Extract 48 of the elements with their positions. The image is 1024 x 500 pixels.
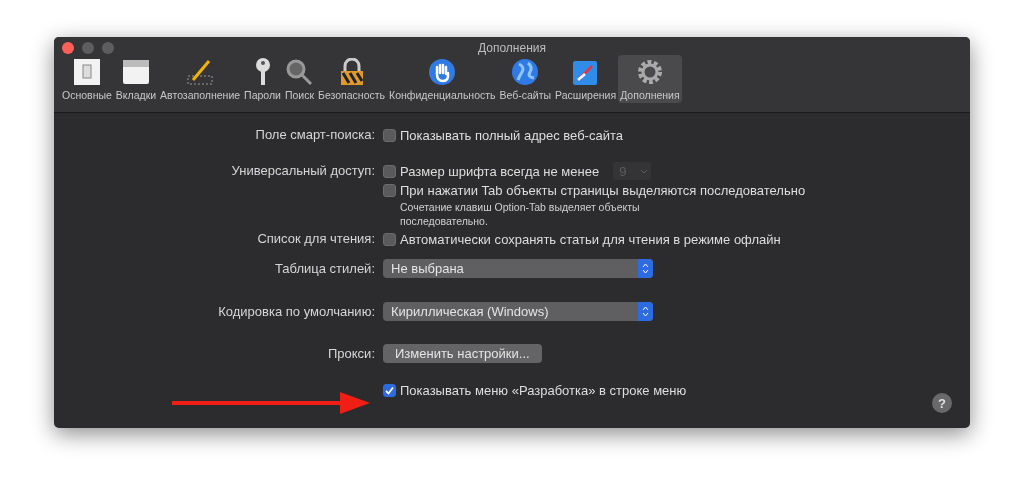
hand-icon: [428, 58, 457, 86]
pencil-icon: [186, 58, 215, 86]
setting-label: Поле смарт-поиска:: [254, 126, 375, 144]
checkbox-label: Показывать полный адрес веб-сайта: [400, 127, 623, 143]
checkbox[interactable]: [383, 383, 396, 397]
setting-label: Таблица стилей:: [274, 260, 375, 278]
toolbar-tab[interactable]: Дополнения: [618, 55, 682, 103]
toolbar-tab[interactable]: Поиск: [282, 55, 317, 103]
magnifier-icon: [285, 58, 314, 86]
switch-icon: [72, 58, 101, 86]
checkbox-label: Показывать меню «Разработка» в строке меню: [400, 382, 687, 398]
checkbox[interactable]: [383, 164, 396, 178]
window-title: Дополнения: [478, 40, 546, 55]
setting-label: Кодировка по умолчанию:: [217, 303, 375, 321]
toolbar-tab[interactable]: Конфиденциальность: [387, 55, 498, 103]
toolbar-tab[interactable]: Автозаполнение: [158, 55, 243, 103]
zoom-button[interactable]: [102, 42, 114, 54]
popup-value: Кириллическая (Windows): [391, 304, 549, 319]
hint-text: Сочетание клавиш Option-Tab выделяет объекты последовательно.: [399, 200, 641, 228]
toolbar-tab[interactable]: Вкладки: [113, 55, 159, 103]
checkbox-label: Размер шрифта всегда не менее: [400, 163, 600, 179]
stepper-icon: [642, 306, 649, 317]
checkbox[interactable]: [383, 232, 396, 246]
toolbar-tab[interactable]: Веб-сайты: [497, 55, 554, 103]
toolbar-tab[interactable]: Основные: [60, 55, 114, 103]
popup-menu[interactable]: Кириллическая (Windows): [383, 302, 653, 321]
toolbar-tab[interactable]: Расширения: [553, 55, 619, 103]
toolbar-tab[interactable]: Пароли: [242, 55, 283, 103]
checkbox[interactable]: [383, 128, 396, 142]
checkbox-label: При нажатии Tab объекты страницы выделяются последовательно: [400, 182, 806, 198]
gear-icon: [635, 58, 664, 86]
popup-value: Не выбрана: [391, 261, 464, 276]
setting-label: Список для чтения:: [256, 230, 375, 248]
change-settings-button[interactable]: Изменить настройки...: [383, 344, 542, 363]
setting-label: Прокси:: [327, 345, 375, 363]
help-button[interactable]: ?: [932, 393, 952, 413]
tabs-icon: [121, 58, 150, 86]
checkbox[interactable]: [383, 183, 396, 197]
popup-menu[interactable]: Не выбрана: [383, 259, 653, 278]
close-button[interactable]: [62, 42, 74, 54]
checkbox-label: Автоматически сохранять статьи для чтения в режиме офлайн: [400, 231, 781, 247]
lock-icon: [338, 58, 365, 86]
chevron-icon: [640, 168, 649, 174]
minimize-button[interactable]: [82, 42, 94, 54]
compass-icon: [571, 58, 600, 86]
stepper-icon: [642, 263, 649, 274]
setting-label: Универсальный доступ:: [230, 162, 375, 180]
toolbar-tab[interactable]: Безопасность: [316, 55, 387, 103]
